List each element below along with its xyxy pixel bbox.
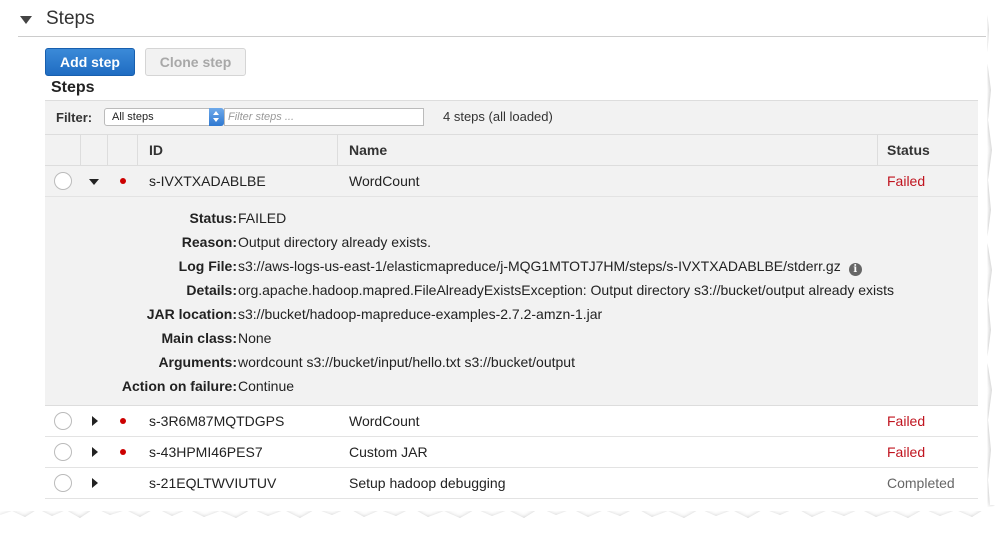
step-status: Failed [887,413,926,429]
step-id: s-IVXTXADABLBE [149,173,266,189]
collapse-caret-icon[interactable] [20,16,32,24]
detail-value: FAILED [238,210,287,226]
detail-log-file: Log File: s3://aws-logs-us-east-1/elasti… [45,254,978,278]
column-separator [107,135,108,165]
select-value: All steps [112,111,154,123]
detail-value-wrap: s3://aws-logs-us-east-1/elasticmapreduce… [238,254,862,278]
step-name: WordCount [349,173,420,189]
detail-value: Output directory already exists. [238,234,431,250]
filter-steps-input[interactable]: Filter steps ... [224,108,424,126]
table-header: ID Name Status [45,134,978,166]
detail-status: Status: FAILED [45,206,978,230]
expand-row-icon[interactable] [92,416,98,426]
table-row[interactable]: s-21EQLTWVIUTUV Setup hadoop debugging C… [45,468,978,499]
steps-count: 4 steps (all loaded) [443,109,553,124]
row-select-radio[interactable] [54,412,72,430]
detail-key: Action on failure: [121,378,237,394]
step-name: Setup hadoop debugging [349,475,506,491]
select-arrows-icon [209,108,224,126]
step-status: Completed [887,475,955,491]
table-row[interactable]: s-IVXTXADABLBE WordCount Failed [45,166,978,197]
detail-details: Details: org.apache.hadoop.mapred.FileAl… [45,278,978,302]
table-row[interactable]: s-3R6M87MQTDGPS WordCount Failed [45,406,978,437]
section-title: Steps [46,8,95,29]
step-filter-select[interactable]: All steps [104,108,224,126]
step-id: s-21EQLTWVIUTUV [149,475,277,491]
right-edge-mask [986,0,1001,505]
filter-bar: Filter: All steps Filter steps ... 4 ste… [45,100,978,135]
detail-key: JAR location: [146,306,237,322]
step-id: s-3R6M87MQTDGPS [149,413,285,429]
log-file-link[interactable]: s3://aws-logs-us-east-1/elasticmapreduce… [238,258,841,274]
detail-value: wordcount s3://bucket/input/hello.txt s3… [238,354,575,370]
table-row[interactable]: s-43HPMI46PES7 Custom JAR Failed [45,437,978,468]
steps-heading: Steps [51,79,95,96]
step-details-panel: Status: FAILED Reason: Output directory … [45,197,978,406]
collapse-row-icon[interactable] [89,179,99,185]
detail-key: Log File: [178,258,237,274]
detail-key: Details: [186,282,237,298]
detail-arguments: Arguments: wordcount s3://bucket/input/h… [45,350,978,374]
row-select-radio[interactable] [54,474,72,492]
column-header-id[interactable]: ID [149,135,163,165]
add-step-button[interactable]: Add step [45,48,135,76]
column-header-status[interactable]: Status [887,135,930,165]
column-separator [877,135,878,165]
detail-value: s3://bucket/hadoop-mapreduce-examples-2.… [238,306,603,322]
detail-value: org.apache.hadoop.mapred.FileAlreadyExis… [238,282,895,298]
step-name: Custom JAR [349,444,428,460]
detail-main-class: Main class: None [45,326,978,350]
right-edge-shadow [986,0,997,506]
column-separator [80,135,81,165]
error-dot-icon [120,418,126,424]
screenshot-canvas: Steps Add step Clone step Steps Filter: … [0,0,1001,540]
error-dot-icon [120,449,126,455]
column-separator [137,135,138,165]
column-separator [337,135,338,165]
step-name: WordCount [349,413,420,429]
detail-action-on-failure: Action on failure: Continue [45,374,978,398]
bottom-edge-mask [0,505,1001,540]
column-header-name[interactable]: Name [349,135,387,165]
detail-key: Reason: [181,234,237,250]
detail-value: None [238,330,272,346]
detail-key: Status: [189,210,237,226]
row-select-radio[interactable] [54,443,72,461]
detail-key: Arguments: [158,354,237,370]
step-status: Failed [887,173,926,189]
steps-section-header[interactable]: Steps [18,6,986,37]
detail-reason: Reason: Output directory already exists. [45,230,978,254]
info-icon[interactable]: i [848,263,862,276]
step-status: Failed [887,444,926,460]
expand-row-icon[interactable] [92,478,98,488]
step-id: s-43HPMI46PES7 [149,444,263,460]
detail-value: Continue [238,378,295,394]
expand-row-icon[interactable] [92,447,98,457]
bottom-edge-shadow [0,509,990,526]
clone-step-button[interactable]: Clone step [145,48,246,76]
row-select-radio[interactable] [54,172,72,190]
error-dot-icon [120,178,126,184]
detail-key: Main class: [161,330,237,346]
detail-jar-location: JAR location: s3://bucket/hadoop-mapredu… [45,302,978,326]
filter-label: Filter: [56,110,93,125]
steps-table: ID Name Status s-IVXTXADABLBE WordCount … [45,134,978,499]
